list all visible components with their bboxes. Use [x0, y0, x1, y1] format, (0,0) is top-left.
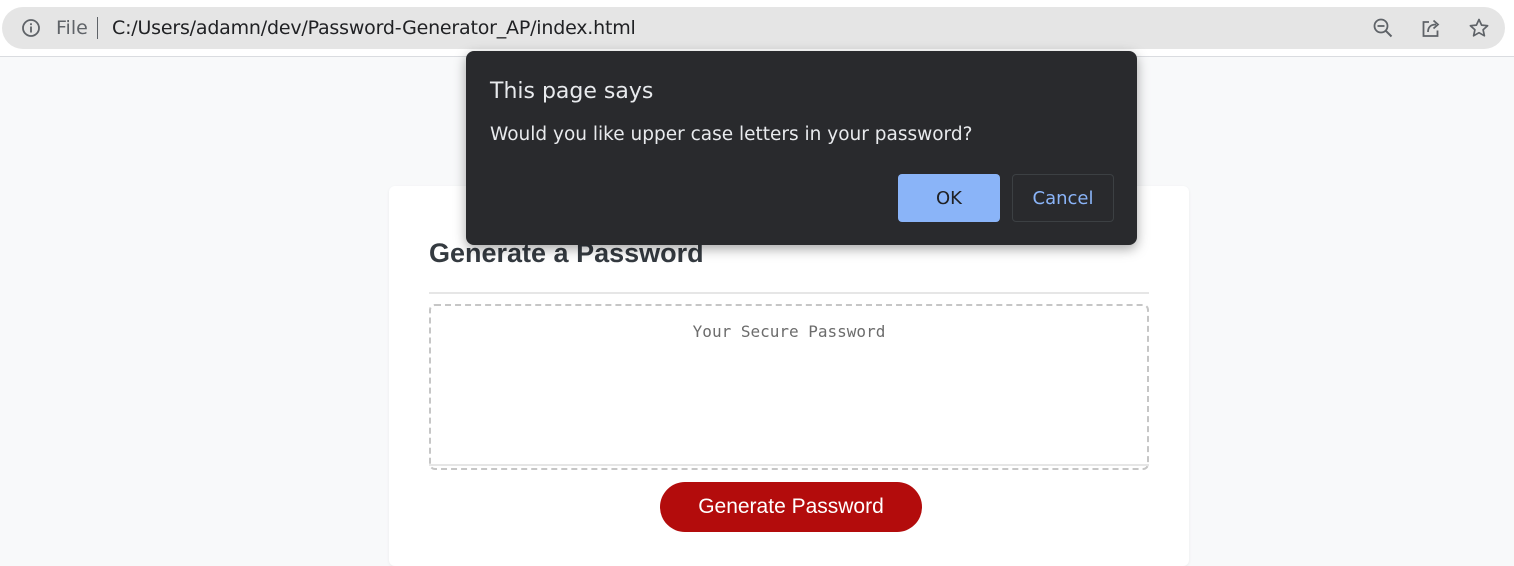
info-icon[interactable]	[21, 18, 41, 38]
star-icon[interactable]	[1468, 17, 1490, 39]
ok-button[interactable]: OK	[898, 174, 1000, 222]
browser-toolbar: File C:/Users/adamn/dev/Password-Generat…	[0, 0, 1514, 57]
scheme-label: File	[56, 17, 88, 39]
share-icon[interactable]	[1420, 17, 1442, 39]
address-bar[interactable]: File C:/Users/adamn/dev/Password-Generat…	[2, 7, 1505, 49]
zoom-icon[interactable]	[1372, 17, 1394, 39]
url-text[interactable]: C:/Users/adamn/dev/Password-Generator_AP…	[112, 17, 636, 39]
dialog-title: This page says	[490, 79, 654, 104]
cancel-button[interactable]: Cancel	[1012, 174, 1114, 222]
dialog-message: Would you like upper case letters in you…	[490, 124, 973, 145]
generate-password-button[interactable]: Generate Password	[660, 482, 922, 532]
card-divider-bottom	[429, 464, 1149, 466]
card-divider-top	[429, 292, 1149, 294]
alert-dialog: This page says Would you like upper case…	[466, 51, 1137, 245]
password-output[interactable]	[429, 304, 1149, 470]
address-separator	[97, 17, 98, 39]
